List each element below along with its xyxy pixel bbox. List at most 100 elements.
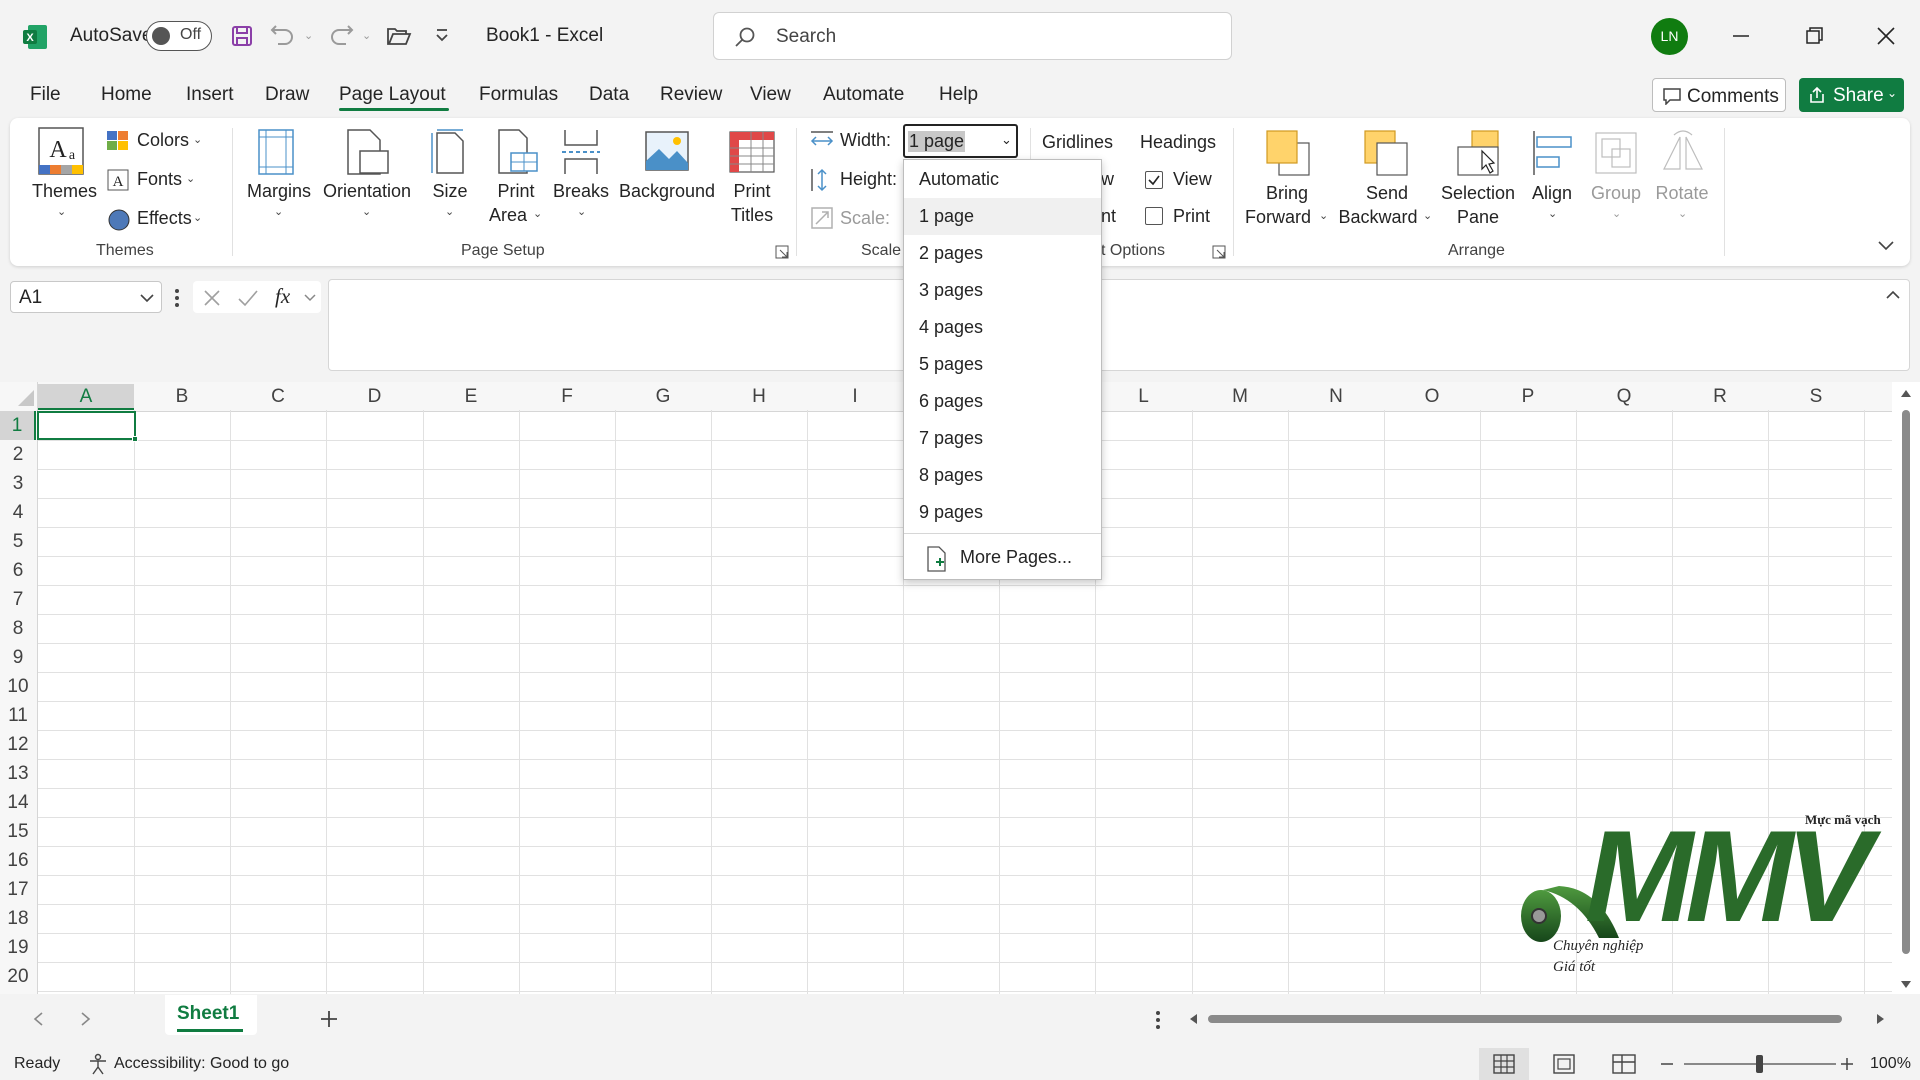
column-header-q[interactable]: Q (1576, 384, 1672, 410)
margins-button[interactable]: Margins ⌄ (246, 127, 312, 227)
row-header-5[interactable]: 5 (0, 527, 36, 556)
open-folder-icon[interactable] (386, 25, 412, 47)
dropdown-item-9-pages[interactable]: 9 pages (904, 494, 1101, 531)
row-header-14[interactable]: 14 (0, 788, 36, 817)
fill-handle[interactable] (132, 436, 138, 442)
comments-button[interactable]: Comments (1652, 78, 1786, 112)
previous-sheet-icon[interactable] (32, 1011, 44, 1027)
next-sheet-icon[interactable] (80, 1011, 92, 1027)
column-header-h[interactable]: H (711, 384, 807, 410)
normal-view-button[interactable] (1479, 1048, 1529, 1080)
undo-icon[interactable] (270, 24, 296, 48)
row-header-13[interactable]: 13 (0, 759, 36, 788)
column-header-m[interactable]: M (1192, 384, 1288, 410)
row-header-15[interactable]: 15 (0, 817, 36, 846)
row-header-10[interactable]: 10 (0, 672, 36, 701)
dropdown-item-automatic[interactable]: Automatic (904, 161, 1101, 198)
zoom-level[interactable]: 100% (1870, 1055, 1911, 1073)
row-header-12[interactable]: 12 (0, 730, 36, 759)
more-pages-item[interactable]: More Pages... (904, 538, 1101, 578)
gridlines-print-label-partial[interactable]: nt (1101, 206, 1116, 227)
customize-qat-icon[interactable] (435, 28, 449, 44)
column-header-r[interactable]: R (1672, 384, 1768, 410)
themes-button[interactable]: A a Themes ⌄ (30, 127, 97, 227)
fonts-button[interactable]: A Fonts ⌄ (105, 166, 205, 194)
dropdown-item-4-pages[interactable]: 4 pages (904, 309, 1101, 346)
breaks-button[interactable]: Breaks ⌄ (553, 127, 609, 227)
tab-review[interactable]: Review (660, 84, 722, 106)
column-header-i[interactable]: I (807, 384, 903, 410)
selection-pane-button[interactable]: Selection Pane (1441, 127, 1515, 227)
row-header-17[interactable]: 17 (0, 875, 36, 904)
dropdown-item-8-pages[interactable]: 8 pages (904, 457, 1101, 494)
enter-icon[interactable] (237, 289, 259, 307)
dropdown-item-5-pages[interactable]: 5 pages (904, 346, 1101, 383)
background-button[interactable]: Background (617, 127, 717, 201)
avatar[interactable]: LN (1651, 18, 1688, 55)
column-header-s[interactable]: S (1768, 384, 1864, 410)
row-header-19[interactable]: 19 (0, 933, 36, 962)
share-button[interactable]: Share ⌄ (1799, 78, 1904, 112)
redo-icon[interactable] (328, 24, 354, 48)
row-header-16[interactable]: 16 (0, 846, 36, 875)
tab-file[interactable]: File (30, 84, 61, 106)
zoom-out-icon[interactable] (1660, 1058, 1674, 1070)
bring-forward-button[interactable]: Bring Forward ⌄ (1241, 127, 1333, 227)
save-icon[interactable] (230, 24, 254, 48)
row-header-2[interactable]: 2 (0, 440, 36, 469)
dropdown-item-6-pages[interactable]: 6 pages (904, 383, 1101, 420)
column-header-g[interactable]: G (615, 384, 711, 410)
dropdown-item-1-page[interactable]: 1 page (904, 198, 1101, 235)
close-icon[interactable] (1876, 26, 1896, 46)
function-dropdown-icon[interactable] (303, 293, 317, 302)
row-header-4[interactable]: 4 (0, 498, 36, 527)
more-options-icon[interactable] (174, 287, 180, 309)
effects-button[interactable]: Effects ⌄ (105, 205, 215, 233)
row-header-11[interactable]: 11 (0, 701, 36, 730)
insert-function-icon[interactable]: fx (275, 284, 290, 309)
align-button[interactable]: Align ⌄ (1526, 127, 1578, 227)
horizontal-scroll-thumb[interactable] (1208, 1015, 1842, 1023)
print-titles-button[interactable]: Print Titles (722, 127, 782, 227)
name-box-dropdown-icon[interactable] (139, 293, 155, 303)
colors-button[interactable]: Colors ⌄ (105, 127, 205, 155)
scroll-up-icon[interactable] (1900, 388, 1912, 398)
undo-dropdown-icon[interactable]: ⌄ (304, 29, 313, 42)
accessibility-status[interactable]: Accessibility: Good to go (114, 1055, 289, 1073)
add-sheet-icon[interactable] (320, 1010, 338, 1028)
row-header-7[interactable]: 7 (0, 585, 36, 614)
minimize-icon[interactable] (1732, 34, 1750, 38)
headings-view-checkbox[interactable] (1145, 171, 1163, 189)
column-header-f[interactable]: F (519, 384, 615, 410)
column-header-d[interactable]: D (326, 384, 423, 410)
accessibility-icon[interactable] (87, 1053, 109, 1075)
tab-view[interactable]: View (750, 84, 791, 106)
dropdown-item-2-pages[interactable]: 2 pages (904, 235, 1101, 272)
page-break-preview-icon[interactable] (1612, 1054, 1636, 1074)
width-select-chevron-icon[interactable]: ⌄ (1001, 132, 1012, 148)
tab-help[interactable]: Help (939, 84, 978, 106)
width-select[interactable]: 1 page ⌄ (903, 124, 1018, 158)
dropdown-item-7-pages[interactable]: 7 pages (904, 420, 1101, 457)
zoom-slider[interactable] (1684, 1055, 1836, 1073)
scroll-right-icon[interactable] (1876, 1013, 1886, 1025)
row-header-3[interactable]: 3 (0, 469, 36, 498)
active-cell[interactable] (37, 411, 138, 442)
row-header-9[interactable]: 9 (0, 643, 36, 672)
rotate-button[interactable]: Rotate ⌄ (1652, 127, 1712, 227)
sheet-tab-sheet1[interactable]: Sheet1 (165, 995, 257, 1035)
search-box[interactable]: Search (713, 12, 1232, 60)
ribbon-expand-icon[interactable] (1877, 240, 1895, 252)
zoom-in-icon[interactable] (1840, 1057, 1854, 1071)
column-header-o[interactable]: O (1384, 384, 1480, 410)
column-header-b[interactable]: B (134, 384, 230, 410)
redo-dropdown-icon[interactable]: ⌄ (362, 29, 371, 42)
row-header-1[interactable]: 1 (0, 411, 36, 440)
vertical-scroll-thumb[interactable] (1902, 410, 1910, 954)
row-header-20[interactable]: 20 (0, 962, 36, 991)
column-header-a[interactable]: A (38, 384, 134, 410)
tab-formulas[interactable]: Formulas (479, 84, 558, 106)
autosave-toggle[interactable]: Off (146, 21, 212, 51)
size-button[interactable]: Size ⌄ (425, 127, 475, 227)
column-header-p[interactable]: P (1480, 384, 1576, 410)
